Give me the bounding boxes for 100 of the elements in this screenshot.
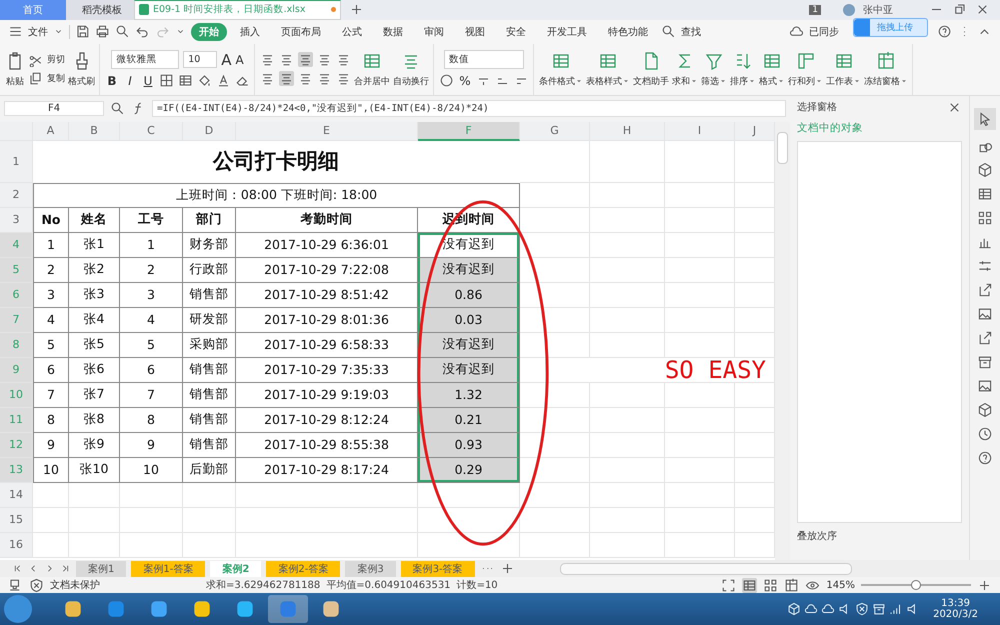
row-header[interactable]: 3 (0, 208, 33, 233)
page-break-icon[interactable] (784, 578, 800, 593)
align-icon[interactable] (298, 52, 313, 68)
ribbon-tab[interactable]: 页面布局 (273, 22, 329, 41)
column-header[interactable]: E (236, 122, 418, 141)
document-tab[interactable]: 稻壳模板 (66, 0, 134, 20)
name-box[interactable]: F4 (4, 101, 104, 116)
protection-status[interactable]: 文档未保护 (50, 578, 100, 592)
align-icon[interactable] (260, 52, 275, 68)
ribbon-tool-button[interactable]: 文档助手 (633, 74, 669, 88)
ribbon-tool-button[interactable]: 行和列 (788, 74, 823, 88)
column-header[interactable]: I (665, 122, 735, 141)
column-header[interactable]: H (590, 122, 665, 141)
share-icon[interactable] (977, 330, 994, 346)
start-button[interactable] (4, 595, 32, 624)
image-icon[interactable] (977, 306, 994, 322)
align-icon[interactable] (317, 71, 332, 86)
column-header[interactable]: C (120, 122, 183, 141)
ribbon-tool-button[interactable]: 工作表 (826, 74, 861, 88)
align-icon[interactable] (260, 71, 275, 86)
cube-icon[interactable] (977, 162, 994, 178)
paste-button[interactable]: 粘贴 (6, 74, 24, 88)
zoom-level[interactable]: 145% (826, 580, 855, 591)
column-header[interactable]: D (183, 122, 236, 141)
format-painter-button[interactable]: 格式刷 (68, 74, 95, 88)
underline-button[interactable]: U (141, 74, 155, 88)
ribbon-tab[interactable]: 特色功能 (600, 22, 656, 41)
share-icon[interactable] (977, 282, 994, 298)
row-header[interactable]: 15 (0, 508, 33, 533)
image-icon[interactable] (977, 378, 994, 394)
zoom-icon[interactable] (110, 101, 125, 116)
ribbon-tool-button[interactable]: 表格样式 (586, 74, 630, 88)
align-icon[interactable] (279, 52, 294, 68)
merge-center-button[interactable]: 合并居中 (354, 74, 390, 88)
font-size-dropdown[interactable]: 10 (183, 51, 218, 68)
print-icon[interactable] (95, 24, 110, 40)
clock-date[interactable]: 2020/3/2 (933, 609, 978, 620)
fullscreen-icon[interactable] (721, 578, 736, 593)
shield-icon[interactable] (29, 578, 44, 593)
column-header[interactable]: B (69, 122, 120, 141)
save-icon[interactable] (75, 24, 90, 40)
apps-icon[interactable] (977, 210, 994, 226)
grow-font-button[interactable]: A (221, 50, 232, 69)
cube-icon[interactable] (977, 402, 994, 418)
sheet-tab[interactable]: 案例1 (76, 560, 126, 577)
sheet-tab[interactable]: 案例3 (345, 560, 396, 577)
ribbon-tab[interactable]: 数据 (375, 22, 411, 41)
ribbon-tab[interactable]: 视图 (457, 22, 493, 41)
help-icon[interactable] (937, 24, 952, 40)
ribbon-tool-button[interactable]: 条件格式 (539, 74, 583, 88)
align-icon[interactable] (298, 71, 313, 86)
copy-icon[interactable] (28, 71, 43, 86)
italic-button[interactable]: I (123, 74, 137, 88)
align-icon[interactable] (336, 71, 351, 86)
freeze-grid-icon[interactable] (876, 50, 896, 71)
history-icon[interactable] (977, 426, 994, 442)
ribbon-tool-button[interactable]: 格式 (759, 74, 785, 88)
ribbon-tool-button[interactable]: 求和 (672, 74, 698, 88)
align-icon[interactable] (336, 52, 351, 68)
copy-button[interactable]: 复制 (47, 72, 65, 86)
border-icon[interactable] (159, 73, 174, 88)
formula-field[interactable]: =IF((E4-INT(E4)-8/24)*24<0,"没有迟到",(E4-INT(E4)-8/24)*24) (152, 100, 786, 118)
ribbon-tool-button[interactable]: 筛选 (701, 74, 727, 88)
table-grid-icon[interactable] (742, 578, 758, 593)
row-header[interactable]: 16 (0, 532, 33, 558)
table-grid-icon[interactable] (977, 186, 994, 202)
ribbon-tab[interactable]: 公式 (334, 22, 370, 41)
column-header[interactable]: A (33, 122, 69, 141)
row-header[interactable]: 2 (0, 182, 33, 208)
row-header[interactable]: 14 (0, 482, 33, 508)
ribbon-tool-button[interactable]: 冻结窗格 (864, 74, 908, 88)
user-name[interactable]: 张中亚 (863, 2, 893, 17)
pointer-icon[interactable] (974, 108, 996, 130)
font-color-icon[interactable] (216, 73, 231, 88)
search-button[interactable]: 查找 (681, 24, 701, 39)
shield-icon[interactable] (855, 602, 870, 616)
column-header[interactable]: J (735, 122, 775, 141)
print-preview-icon[interactable] (115, 24, 130, 40)
bold-button[interactable]: B (105, 74, 119, 88)
ribbon-tab[interactable]: 插入 (232, 22, 268, 41)
wrap-text-button[interactable]: 自动换行 (393, 74, 429, 88)
fill-bucket-icon[interactable] (197, 73, 212, 88)
number-format-dropdown[interactable]: 数值 (444, 50, 524, 70)
ribbon-tab[interactable]: 审阅 (416, 22, 452, 41)
sheet-tab[interactable]: 案例2-答案 (266, 560, 340, 577)
align-icon[interactable] (317, 52, 332, 68)
row-column-icon[interactable] (796, 50, 816, 71)
clock-time[interactable]: 13:39 (941, 598, 970, 610)
cut-button[interactable]: 剪切 (47, 53, 65, 66)
horizontal-scrollbar[interactable] (560, 562, 852, 575)
cube-icon[interactable] (787, 602, 802, 616)
panel-title[interactable]: 选择窗格 (797, 100, 837, 114)
sheet-tab[interactable]: 案例3-答案 (400, 560, 475, 577)
box-icon[interactable] (977, 354, 994, 370)
column-header[interactable]: G (520, 122, 590, 141)
file-menu[interactable]: 文件 (28, 24, 48, 39)
shrink-font-button[interactable]: A (236, 52, 244, 67)
help-icon[interactable] (977, 450, 994, 466)
sheet-tab[interactable]: 案例1-答案 (131, 560, 206, 577)
slider-handle[interactable] (910, 580, 920, 590)
